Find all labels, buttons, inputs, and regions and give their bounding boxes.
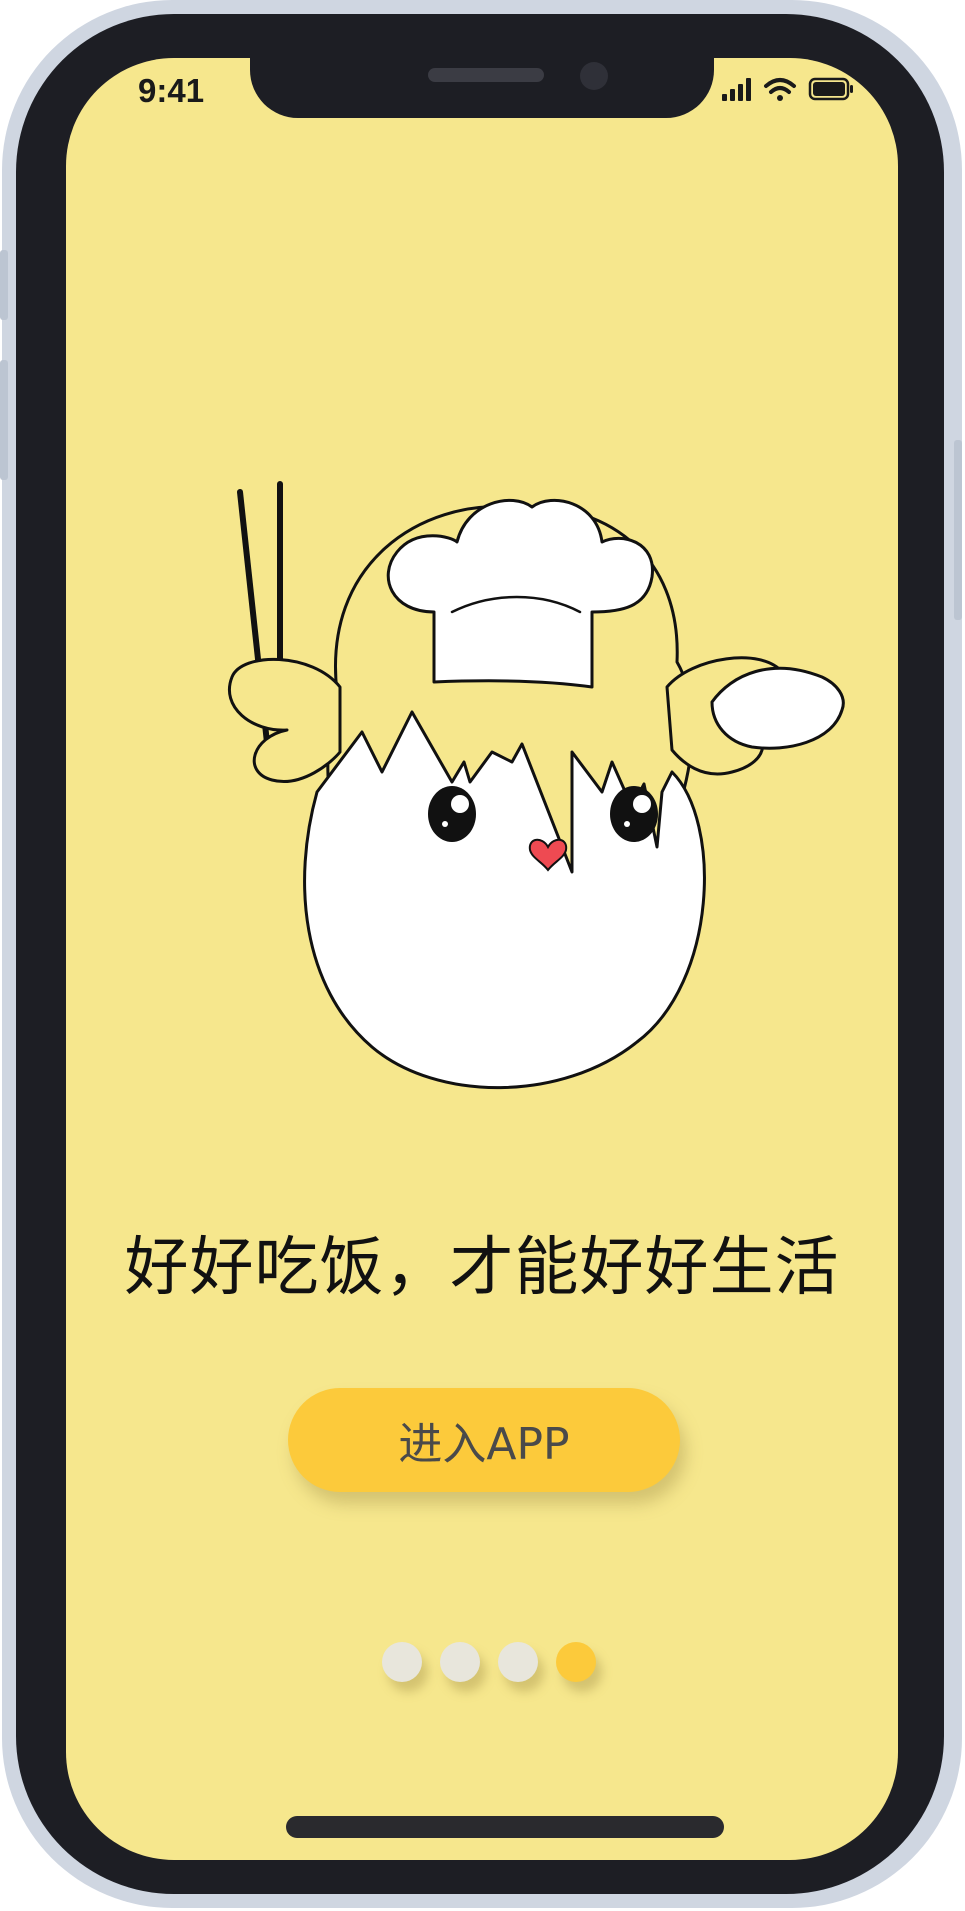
pagination-dot-2[interactable] bbox=[440, 1642, 480, 1682]
wifi-icon bbox=[764, 78, 796, 101]
cellular-signal-icon bbox=[722, 78, 751, 101]
home-indicator[interactable] bbox=[286, 1816, 724, 1838]
onboarding-pagination bbox=[382, 1642, 622, 1682]
pagination-dot-3[interactable] bbox=[498, 1642, 538, 1682]
front-camera bbox=[580, 62, 608, 90]
battery-icon bbox=[808, 77, 853, 101]
chick-chef-illustration bbox=[228, 481, 845, 1090]
chick-left-wing bbox=[228, 657, 342, 783]
enter-app-button[interactable]: 进入APP bbox=[288, 1388, 680, 1492]
phone-side-button-right bbox=[954, 440, 962, 620]
pagination-dot-4-active[interactable] bbox=[556, 1642, 596, 1682]
pagination-dot-1[interactable] bbox=[382, 1642, 422, 1682]
device-notch bbox=[250, 58, 714, 118]
app-screen: 9:41 好好吃饭，才能好好生活 进入APP bbox=[66, 58, 898, 1860]
status-bar-time: 9:41 bbox=[138, 72, 205, 109]
speaker-grille bbox=[428, 68, 544, 82]
status-bar-icons bbox=[722, 77, 853, 101]
welcome-slogan: 好好吃饭，才能好好生活 bbox=[124, 1231, 840, 1305]
phone-side-button-left bbox=[0, 250, 8, 320]
phone-side-button-left-2 bbox=[0, 360, 8, 480]
